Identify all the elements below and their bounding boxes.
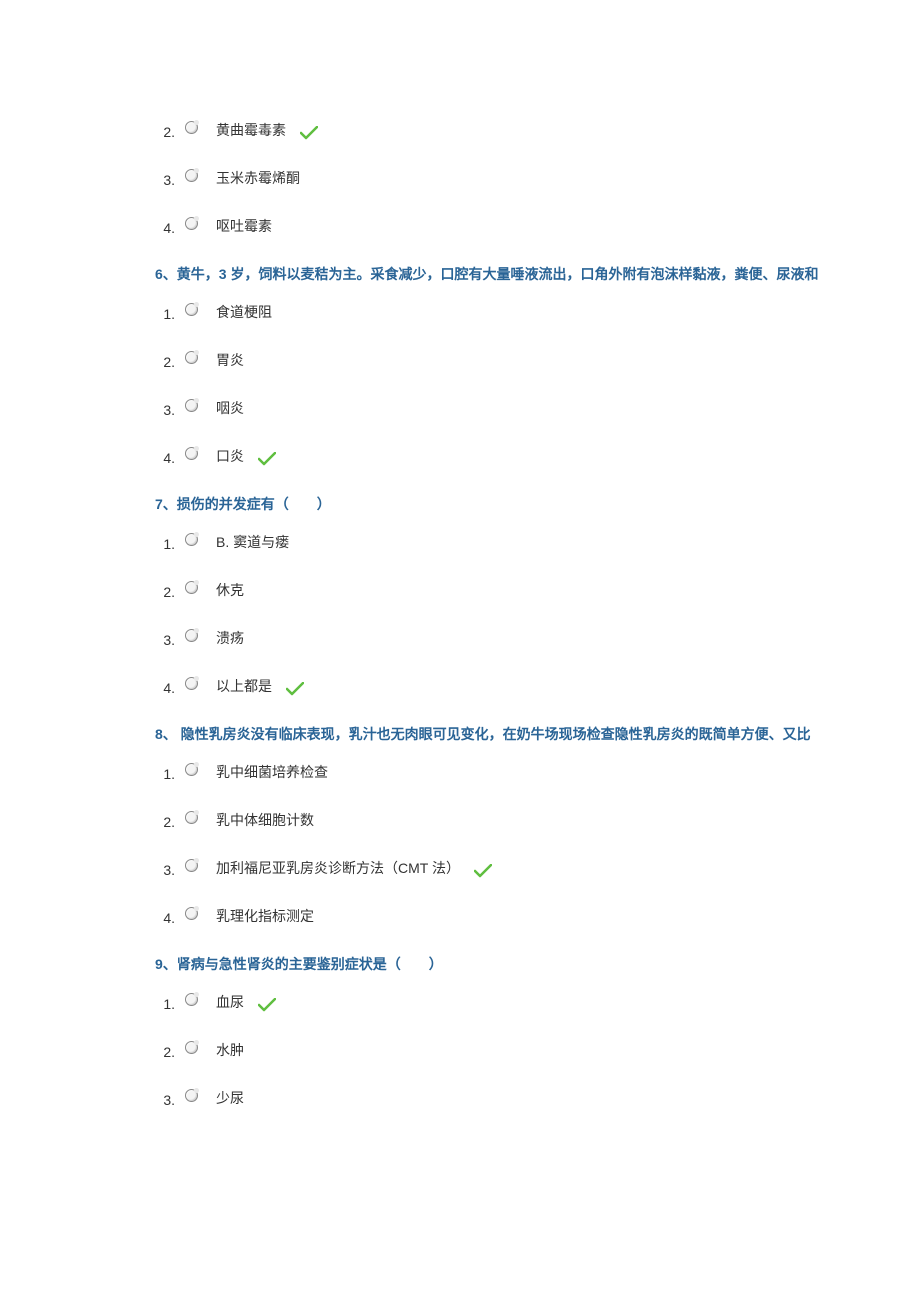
option-text: 加利福尼亚乳房炎诊断方法（CMT 法） xyxy=(208,858,460,878)
option-text: 少尿 xyxy=(208,1088,244,1108)
option-text: 口炎 xyxy=(208,446,244,466)
option-text: 血尿 xyxy=(208,992,244,1012)
option-row: 3. 少尿 xyxy=(155,1088,920,1108)
option-number: 2. xyxy=(155,354,175,370)
option-row: 3. 玉米赤霉烯酮 xyxy=(155,168,920,188)
option-row: 3. 咽炎 xyxy=(155,398,920,418)
option-number: 4. xyxy=(155,680,175,696)
checkmark-icon xyxy=(300,126,318,140)
radio-button[interactable] xyxy=(185,351,198,364)
option-number: 2. xyxy=(155,124,175,140)
option-text: 玉米赤霉烯酮 xyxy=(208,168,300,188)
radio-button[interactable] xyxy=(185,811,198,824)
radio-button[interactable] xyxy=(185,629,198,642)
radio-button[interactable] xyxy=(185,121,198,134)
question-title: 9、肾病与急性肾炎的主要鉴别症状是（ ） xyxy=(155,954,920,974)
option-text: 水肿 xyxy=(208,1040,244,1060)
radio-button[interactable] xyxy=(185,581,198,594)
option-number: 4. xyxy=(155,450,175,466)
question-8: 8、 隐性乳房炎没有临床表现，乳汁也无肉眼可见变化，在奶牛场现场检查隐性乳房炎的… xyxy=(155,724,920,926)
radio-button[interactable] xyxy=(185,859,198,872)
option-number: 1. xyxy=(155,996,175,1012)
radio-button[interactable] xyxy=(185,169,198,182)
option-row: 2. 乳中体细胞计数 xyxy=(155,810,920,830)
option-number: 2. xyxy=(155,1044,175,1060)
option-row: 1. 食道梗阻 xyxy=(155,302,920,322)
question-title: 6、黄牛，3 岁，饲料以麦秸为主。采食减少，口腔有大量唾液流出，口角外附有泡沫样… xyxy=(155,264,920,284)
option-text: 呕吐霉素 xyxy=(208,216,272,236)
option-number: 1. xyxy=(155,766,175,782)
option-text: 乳中体细胞计数 xyxy=(208,810,314,830)
radio-button[interactable] xyxy=(185,533,198,546)
question-5-partial: 2. 黄曲霉毒素 3. 玉米赤霉烯酮 4. 呕吐霉素 xyxy=(155,120,920,236)
radio-button[interactable] xyxy=(185,447,198,460)
option-number: 2. xyxy=(155,814,175,830)
option-row: 4. 乳理化指标测定 xyxy=(155,906,920,926)
option-number: 4. xyxy=(155,910,175,926)
option-row: 1. B. 窦道与瘘 xyxy=(155,532,920,552)
radio-button[interactable] xyxy=(185,1089,198,1102)
option-text: 乳理化指标测定 xyxy=(208,906,314,926)
option-number: 3. xyxy=(155,172,175,188)
question-title: 8、 隐性乳房炎没有临床表现，乳汁也无肉眼可见变化，在奶牛场现场检查隐性乳房炎的… xyxy=(155,724,920,744)
checkmark-icon xyxy=(474,864,492,878)
option-number: 1. xyxy=(155,536,175,552)
radio-button[interactable] xyxy=(185,993,198,1006)
checkmark-icon xyxy=(286,682,304,696)
option-text: 溃疡 xyxy=(208,628,244,648)
radio-button[interactable] xyxy=(185,907,198,920)
option-row: 2. 休克 xyxy=(155,580,920,600)
radio-button[interactable] xyxy=(185,677,198,690)
option-row: 2. 水肿 xyxy=(155,1040,920,1060)
option-row: 3. 加利福尼亚乳房炎诊断方法（CMT 法） xyxy=(155,858,920,878)
option-row: 1. 血尿 xyxy=(155,992,920,1012)
option-row: 4. 以上都是 xyxy=(155,676,920,696)
option-number: 3. xyxy=(155,1092,175,1108)
option-row: 1. 乳中细菌培养检查 xyxy=(155,762,920,782)
option-text: 休克 xyxy=(208,580,244,600)
question-6: 6、黄牛，3 岁，饲料以麦秸为主。采食减少，口腔有大量唾液流出，口角外附有泡沫样… xyxy=(155,264,920,466)
question-7: 7、损伤的并发症有（ ） 1. B. 窦道与瘘 2. 休克 3. 溃疡 4. 以… xyxy=(155,494,920,696)
radio-button[interactable] xyxy=(185,303,198,316)
question-9: 9、肾病与急性肾炎的主要鉴别症状是（ ） 1. 血尿 2. 水肿 3. 少尿 xyxy=(155,954,920,1108)
question-title: 7、损伤的并发症有（ ） xyxy=(155,494,920,514)
option-row: 2. 黄曲霉毒素 xyxy=(155,120,920,140)
option-text: 乳中细菌培养检查 xyxy=(208,762,328,782)
radio-button[interactable] xyxy=(185,217,198,230)
radio-button[interactable] xyxy=(185,399,198,412)
option-text: 食道梗阻 xyxy=(208,302,272,322)
option-text: 黄曲霉毒素 xyxy=(208,120,286,140)
option-row: 4. 呕吐霉素 xyxy=(155,216,920,236)
option-number: 1. xyxy=(155,306,175,322)
option-text: 胃炎 xyxy=(208,350,244,370)
option-row: 2. 胃炎 xyxy=(155,350,920,370)
checkmark-icon xyxy=(258,998,276,1012)
option-number: 3. xyxy=(155,402,175,418)
checkmark-icon xyxy=(258,452,276,466)
option-number: 3. xyxy=(155,632,175,648)
option-number: 2. xyxy=(155,584,175,600)
radio-button[interactable] xyxy=(185,763,198,776)
option-row: 3. 溃疡 xyxy=(155,628,920,648)
option-text: B. 窦道与瘘 xyxy=(208,532,289,552)
option-text: 咽炎 xyxy=(208,398,244,418)
option-number: 3. xyxy=(155,862,175,878)
option-number: 4. xyxy=(155,220,175,236)
option-row: 4. 口炎 xyxy=(155,446,920,466)
radio-button[interactable] xyxy=(185,1041,198,1054)
option-text: 以上都是 xyxy=(208,676,272,696)
